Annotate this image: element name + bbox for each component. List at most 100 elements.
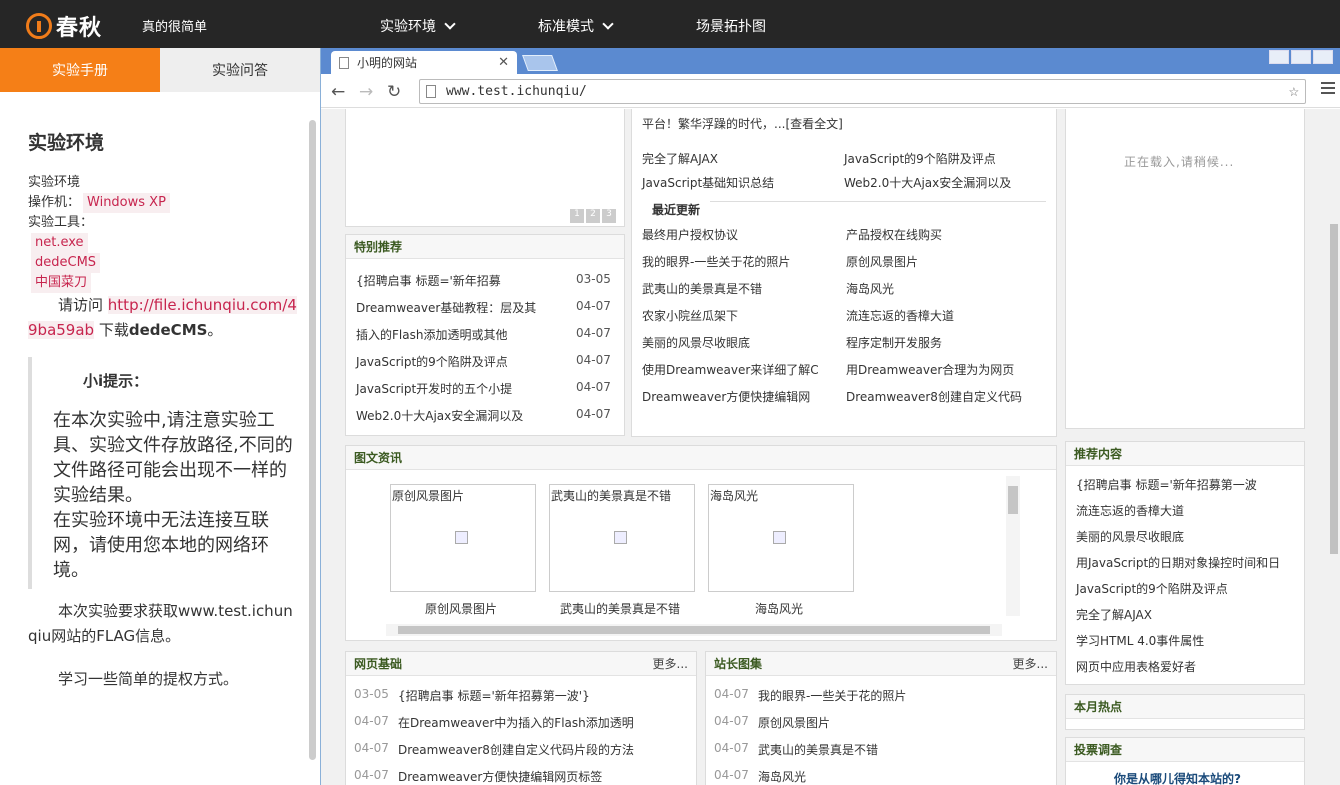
gallery2-box: 站长图集 更多... 04-07 我的眼界-一些关于花的照片 04-07 原创风景图片 0…: [705, 651, 1057, 785]
scrollbar-thumb[interactable]: [1330, 224, 1338, 554]
page-icon: [426, 85, 436, 98]
tab-qa[interactable]: 实验问答: [160, 48, 320, 92]
nav-mode-menu[interactable]: 标准模式: [538, 16, 614, 36]
slider-page[interactable]: 1: [570, 209, 584, 223]
slider-page[interactable]: 2: [586, 209, 600, 223]
web-basic-item[interactable]: Dreamweaver方便快捷编辑网页标签: [398, 768, 602, 785]
chevron-down-icon: [602, 18, 614, 30]
maximize-icon[interactable]: [1291, 50, 1311, 64]
recommend-item[interactable]: {招聘启事 标题='新年招募第一波: [1076, 476, 1257, 493]
gallery-thumb[interactable]: 原创风景图片: [390, 484, 536, 592]
reload-icon[interactable]: ↻: [387, 82, 401, 102]
special-item[interactable]: JavaScript的9个陷阱及评点: [356, 353, 508, 370]
special-date: 03-05: [576, 272, 611, 286]
special-item[interactable]: 插入的Flash添加透明或其他: [356, 326, 507, 343]
gallery2-item[interactable]: 我的眼界-一些关于花的照片: [758, 687, 906, 704]
recent-item[interactable]: Dreamweaver方便快捷编辑网: [642, 388, 810, 405]
link-item[interactable]: JavaScript的9个陷阱及评点: [844, 150, 996, 167]
link-item[interactable]: Web2.0十大Ajax安全漏洞以及: [844, 174, 1011, 191]
gallery2-item[interactable]: 武夷山的美景真是不错: [758, 741, 878, 758]
close-icon[interactable]: ✕: [498, 55, 509, 70]
recommend-item[interactable]: 流连忘返的香樟大道: [1076, 502, 1184, 519]
recent-item[interactable]: 流连忘返的香樟大道: [846, 307, 954, 324]
special-item[interactable]: {招聘启事 标题='新年招募: [356, 272, 501, 289]
recommend-item[interactable]: 用JavaScript的日期对象操控时间和日: [1076, 554, 1280, 571]
recent-item[interactable]: 我的眼界-一些关于花的照片: [642, 253, 790, 270]
page-scrollbar[interactable]: [1327, 109, 1340, 785]
special-item[interactable]: Dreamweaver基础教程：层及其: [356, 299, 536, 316]
page-icon: [339, 56, 349, 69]
tip-block: 小i提示： 在本次实验中,请注意实验工具、实验文件存放路径,不同的文件路径可能会…: [28, 357, 300, 589]
recommend-item[interactable]: JavaScript的9个陷阱及评点: [1076, 580, 1228, 597]
recent-item[interactable]: 农家小院丝瓜架下: [642, 307, 738, 324]
gallery2-item[interactable]: 海岛风光: [758, 768, 806, 785]
more-link[interactable]: 更多...: [653, 655, 688, 672]
logo-text: 春秋: [56, 16, 103, 41]
left-scrollbar[interactable]: [309, 120, 316, 760]
recent-item[interactable]: 原创风景图片: [846, 253, 918, 270]
thumb-caption[interactable]: 海岛风光: [755, 600, 803, 617]
recommend-item[interactable]: 美丽的风景尽收眼底: [1076, 528, 1184, 545]
recommend-item[interactable]: 网页中应用表格爱好者: [1076, 658, 1196, 675]
browser-tab[interactable]: 小明的网站 ✕: [331, 51, 517, 74]
recent-item[interactable]: 程序定制开发服务: [846, 334, 942, 351]
web-basic-title: 网页基础 更多...: [346, 652, 696, 676]
special-title: 特别推荐: [346, 235, 624, 259]
special-item[interactable]: JavaScript开发时的五个小提: [356, 380, 512, 397]
recent-item[interactable]: 海岛风光: [846, 280, 894, 297]
forward-icon[interactable]: →: [359, 82, 373, 102]
nav-env-menu[interactable]: 实验环境: [380, 16, 456, 36]
special-date: 04-07: [576, 299, 611, 313]
logo-icon: [26, 13, 52, 39]
recommend-item[interactable]: 学习HTML 4.0事件属性: [1076, 632, 1204, 649]
slider-box: 1 2 3: [345, 109, 625, 227]
recent-item[interactable]: Dreamweaver8创建自定义代码: [846, 388, 1022, 405]
link-item[interactable]: JavaScript基础知识总结: [642, 174, 774, 191]
url-input[interactable]: www.test.ichunqiu/ ☆: [419, 79, 1306, 104]
gallery-thumb[interactable]: 武夷山的美景真是不错: [549, 484, 695, 592]
item-date: 04-07: [354, 768, 389, 782]
item-date: 04-07: [354, 714, 389, 728]
slider-page[interactable]: 3: [602, 209, 616, 223]
logo[interactable]: 春秋: [26, 10, 102, 42]
window-controls: [1269, 50, 1333, 64]
gallery-hscroll[interactable]: [386, 624, 1002, 636]
web-basic-item[interactable]: 在Dreamweaver中为插入的Flash添加透明: [398, 714, 634, 731]
recent-item[interactable]: 产品授权在线购买: [846, 226, 942, 243]
gallery2-item[interactable]: 原创风景图片: [758, 714, 830, 731]
gallery2-title-text: 站长图集: [714, 657, 763, 671]
thumb-caption[interactable]: 武夷山的美景真是不错: [560, 600, 680, 617]
gallery-vscroll[interactable]: [1006, 476, 1020, 616]
recommend-title: 推荐内容: [1066, 442, 1304, 466]
back-icon[interactable]: ←: [331, 82, 345, 102]
recent-item[interactable]: 使用Dreamweaver来详细了解C: [642, 361, 819, 378]
close-window-icon[interactable]: [1313, 50, 1333, 64]
minimize-icon[interactable]: [1269, 50, 1289, 64]
recent-item[interactable]: 美丽的风景尽收眼底: [642, 334, 750, 351]
new-tab-button[interactable]: [522, 55, 558, 71]
recommend-item[interactable]: 完全了解AJAX: [1076, 606, 1152, 623]
os-label: 操作机：: [28, 195, 81, 210]
web-basic-title-text: 网页基础: [354, 657, 403, 671]
web-basic-item[interactable]: {招聘启事 标题='新年招募第一波'}: [398, 687, 590, 704]
thumb-caption[interactable]: 原创风景图片: [425, 600, 497, 617]
broken-image-icon: [455, 531, 468, 544]
bookmark-star-icon[interactable]: ☆: [1289, 81, 1299, 101]
more-link[interactable]: 更多...: [1013, 655, 1048, 672]
menu-icon[interactable]: [1321, 82, 1335, 97]
tip-text: 在本次实验中,请注意实验工具、实验文件存放路径,不同的文件路径可能会出现不一样的…: [53, 410, 293, 506]
tab-manual[interactable]: 实验手册: [0, 48, 160, 92]
special-item[interactable]: Web2.0十大Ajax安全漏洞以及: [356, 407, 523, 424]
nav-topology-link[interactable]: 场景拓扑图: [696, 16, 766, 36]
recent-item[interactable]: 武夷山的美景真是不错: [642, 280, 762, 297]
item-date: 04-07: [714, 768, 749, 782]
recent-item[interactable]: 最终用户授权协议: [642, 226, 738, 243]
address-bar-row: ← → ↻ www.test.ichunqiu/ ☆: [321, 74, 1340, 108]
intro-text[interactable]: 平台！繁华浮躁的时代，...[查看全文]: [642, 115, 843, 132]
top-navbar: 春秋 真的很简单 实验环境 标准模式 场景拓扑图: [0, 0, 1340, 48]
gallery-thumb[interactable]: 海岛风光: [708, 484, 854, 592]
link-item[interactable]: 完全了解AJAX: [642, 150, 718, 167]
recent-item[interactable]: 用Dreamweaver合理为为网页: [846, 361, 1014, 378]
web-basic-item[interactable]: Dreamweaver8创建自定义代码片段的方法: [398, 741, 634, 758]
vote-title-text: 投票调查: [1074, 743, 1123, 757]
